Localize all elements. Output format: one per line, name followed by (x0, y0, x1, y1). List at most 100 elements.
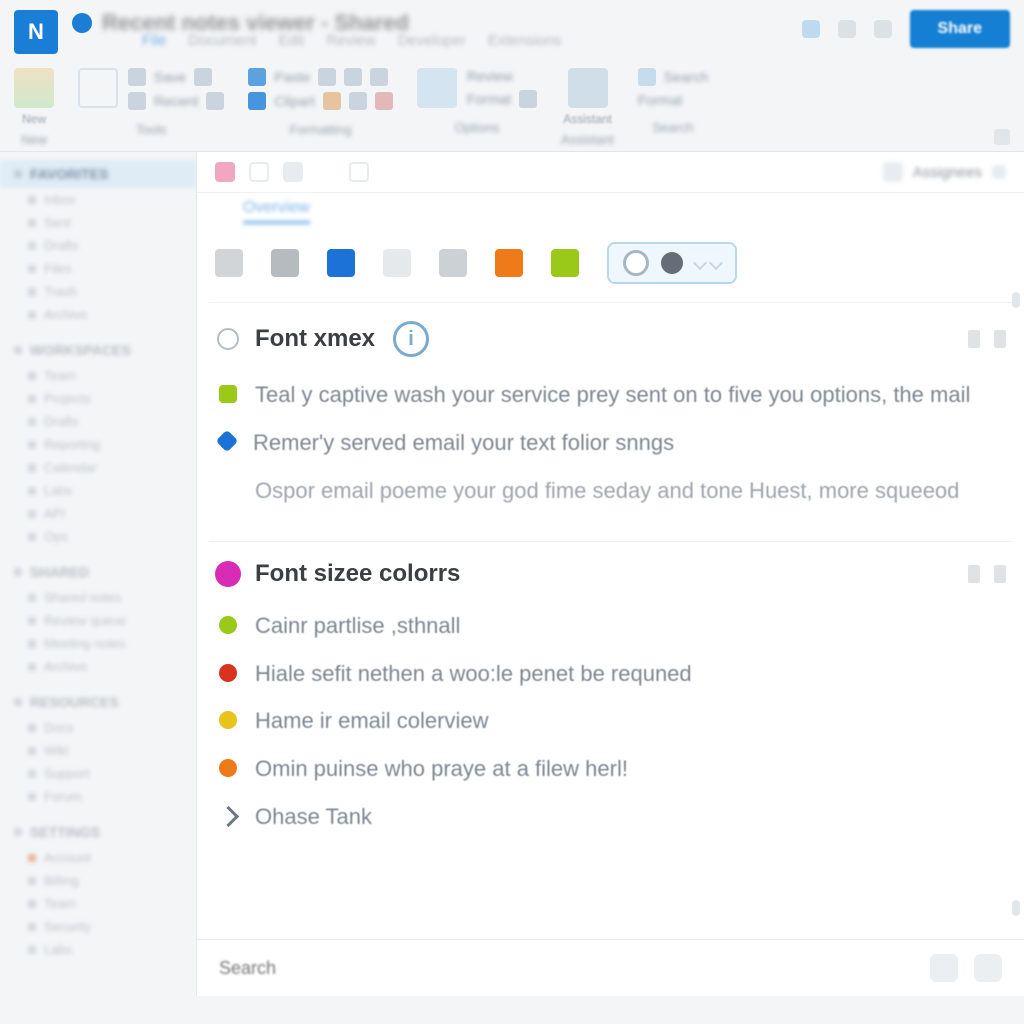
sidebar-item[interactable]: Billing (0, 869, 196, 892)
color-a-icon[interactable] (323, 92, 341, 110)
color-c-icon[interactable] (375, 92, 393, 110)
sidebar-section-favorites[interactable]: FAVORITES (0, 160, 196, 188)
sidebar-section-workspaces[interactable]: WORKSPACES (0, 336, 196, 364)
chevron-down-icon[interactable] (194, 68, 212, 86)
presence-icon[interactable] (802, 20, 820, 38)
sidebar-item[interactable]: Account (0, 846, 196, 869)
info-icon[interactable]: i (393, 321, 429, 357)
subtab-overview[interactable]: Overview (243, 199, 310, 224)
maximize-icon[interactable] (874, 20, 892, 38)
ribbon-send-button[interactable] (417, 68, 457, 108)
search-icon[interactable] (638, 68, 656, 86)
sidebar-item[interactable]: Team (0, 892, 196, 915)
sidebar-item[interactable]: Projects (0, 387, 196, 410)
app-badge[interactable]: N (14, 10, 58, 54)
sidebar-item[interactable]: Meeting notes (0, 632, 196, 655)
sidebar-item[interactable]: Forum (0, 785, 196, 808)
record-icon[interactable] (215, 162, 235, 182)
tab-extensions[interactable]: Extensions (488, 32, 561, 49)
sidebar-item[interactable]: Reporting (0, 433, 196, 456)
emoji-icon[interactable] (974, 954, 1002, 982)
swatch-lightgray[interactable] (383, 249, 411, 277)
sidebar-item[interactable]: Ops (0, 525, 196, 548)
layout-b-icon[interactable] (283, 162, 303, 182)
ribbon-group-new: New New (14, 68, 54, 151)
sidebar-item[interactable]: Wiki (0, 739, 196, 762)
sidebar-item[interactable]: Security (0, 915, 196, 938)
sidebar-item[interactable]: Shared notes (0, 586, 196, 609)
tab-file[interactable]: File (142, 32, 166, 49)
swatch-blue[interactable] (327, 249, 355, 277)
sidebar-item[interactable]: Calendar (0, 456, 196, 479)
color-b-icon[interactable] (349, 92, 367, 110)
scrollbar-thumb[interactable] (1012, 292, 1020, 308)
tab-edit[interactable]: Edit (279, 32, 305, 49)
chevron-down-icon[interactable] (206, 92, 224, 110)
minimize-icon[interactable] (838, 20, 856, 38)
sidebar-item[interactable]: Archive (0, 303, 196, 326)
save-icon[interactable] (128, 68, 146, 86)
swatch-orange[interactable] (495, 249, 523, 277)
card-action-a-icon[interactable] (968, 330, 980, 348)
sidebar-item[interactable]: Inbox (0, 188, 196, 211)
tab-review[interactable]: Review (326, 32, 375, 49)
sidebar-item[interactable]: Labs (0, 938, 196, 961)
card-status-icon[interactable] (215, 326, 241, 352)
bullet-text: Omin puinse who praye at a filew herl! (255, 753, 628, 785)
ribbon-group-send: Review Format Options (417, 68, 537, 151)
sidebar-item[interactable]: Review queue (0, 609, 196, 632)
sidebar-section-shared[interactable]: SHARED (0, 558, 196, 586)
sidebar-item[interactable]: Support (0, 762, 196, 785)
swatch-darkgray[interactable] (271, 249, 299, 277)
sidebar-item[interactable]: Drafts (0, 234, 196, 257)
card-action-b-icon[interactable] (994, 565, 1006, 583)
format-a-icon[interactable] (344, 68, 362, 86)
sidebar-item[interactable]: API (0, 502, 196, 525)
ribbon-assistant-button[interactable]: Assistant (563, 68, 612, 126)
sidebar-section-resources[interactable]: RESOURCES (0, 688, 196, 716)
ribbon-group-label: Assistant (561, 132, 614, 147)
ribbon-collapse-icon[interactable] (994, 129, 1010, 145)
paste-icon[interactable] (248, 68, 266, 86)
sidebar-item[interactable]: Team (0, 364, 196, 387)
card-action-b-icon[interactable] (994, 330, 1006, 348)
grid-icon[interactable] (349, 162, 369, 182)
ribbon-group-label: New (21, 132, 47, 147)
clipart-icon[interactable] (248, 92, 266, 110)
chevron-down-icon[interactable] (992, 165, 1006, 179)
recent-icon[interactable] (128, 92, 146, 110)
chevron-down-icon[interactable] (519, 90, 537, 108)
sidebar-item[interactable]: Trash (0, 280, 196, 303)
bottom-input-bar (197, 939, 1024, 996)
bullet-yellow-icon (219, 711, 237, 729)
search-input[interactable] (219, 958, 914, 979)
ribbon-new-button[interactable]: New (14, 68, 54, 126)
attach-icon[interactable] (930, 954, 958, 982)
swatch-midgray[interactable] (439, 249, 467, 277)
sidebar-item[interactable]: Files (0, 257, 196, 280)
card-title: Font sizee colorrs (255, 560, 460, 588)
format-b-icon[interactable] (370, 68, 388, 86)
ribbon-tools-button[interactable] (78, 68, 118, 108)
swatch-green[interactable] (551, 249, 579, 277)
share-button[interactable]: Share (910, 10, 1010, 48)
card-font-xmex: Font xmex i Teal y captive wash your ser… (209, 302, 1012, 541)
swatch-custom-pill[interactable] (607, 242, 737, 284)
layout-a-icon[interactable] (249, 162, 269, 182)
sidebar-item[interactable]: Docs (0, 716, 196, 739)
bullet-bluediamond-icon (216, 430, 239, 453)
sidebar-item[interactable]: Drafts (0, 410, 196, 433)
sidebar-item[interactable]: Labs (0, 479, 196, 502)
tab-developer[interactable]: Developer (398, 32, 466, 49)
sidebar-item[interactable]: Archive (0, 655, 196, 678)
chevron-down-icon[interactable] (318, 68, 336, 86)
tab-document[interactable]: Document (188, 32, 256, 49)
scrollbar-thumb[interactable] (1012, 900, 1020, 916)
card-action-a-icon[interactable] (968, 565, 980, 583)
swatch-gray[interactable] (215, 249, 243, 277)
card-status-icon[interactable] (215, 561, 241, 587)
ribbon-group-label: Options (455, 120, 500, 135)
assignees-label[interactable]: Assignees (913, 164, 982, 181)
sidebar-section-settings[interactable]: SETTINGS (0, 818, 196, 846)
sidebar-item[interactable]: Sent (0, 211, 196, 234)
